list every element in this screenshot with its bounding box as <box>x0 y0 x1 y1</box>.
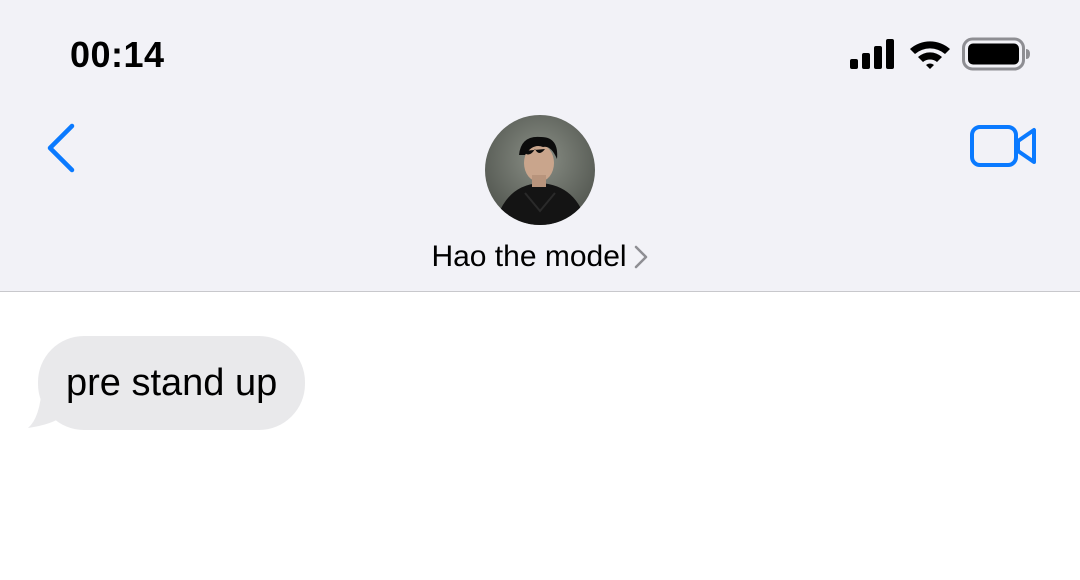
contact-name: Hao the model <box>431 240 627 273</box>
wifi-icon <box>908 38 952 75</box>
chevron-right-icon <box>633 244 649 270</box>
chevron-left-icon <box>44 122 78 179</box>
messages-screen: 00:14 Hao the model pre stand up <box>0 0 1080 580</box>
incoming-message[interactable]: pre stand up <box>26 336 306 430</box>
message-bubble[interactable]: pre stand up <box>38 336 306 430</box>
battery-icon <box>962 37 1032 76</box>
conversation-header: 00:14 Hao the model <box>0 0 1080 292</box>
status-icons <box>850 37 1032 76</box>
contact-photo <box>485 115 595 225</box>
video-call-button[interactable] <box>968 120 1040 176</box>
contact-name-button[interactable]: Hao the model <box>0 240 1080 274</box>
status-time: 00:14 <box>70 34 165 75</box>
message-text: pre stand up <box>66 361 278 404</box>
video-camera-icon <box>969 123 1039 174</box>
cellular-signal-icon <box>850 38 898 74</box>
message-list[interactable]: pre stand up <box>0 292 1080 580</box>
avatar[interactable] <box>485 115 595 225</box>
back-button[interactable] <box>36 118 86 182</box>
